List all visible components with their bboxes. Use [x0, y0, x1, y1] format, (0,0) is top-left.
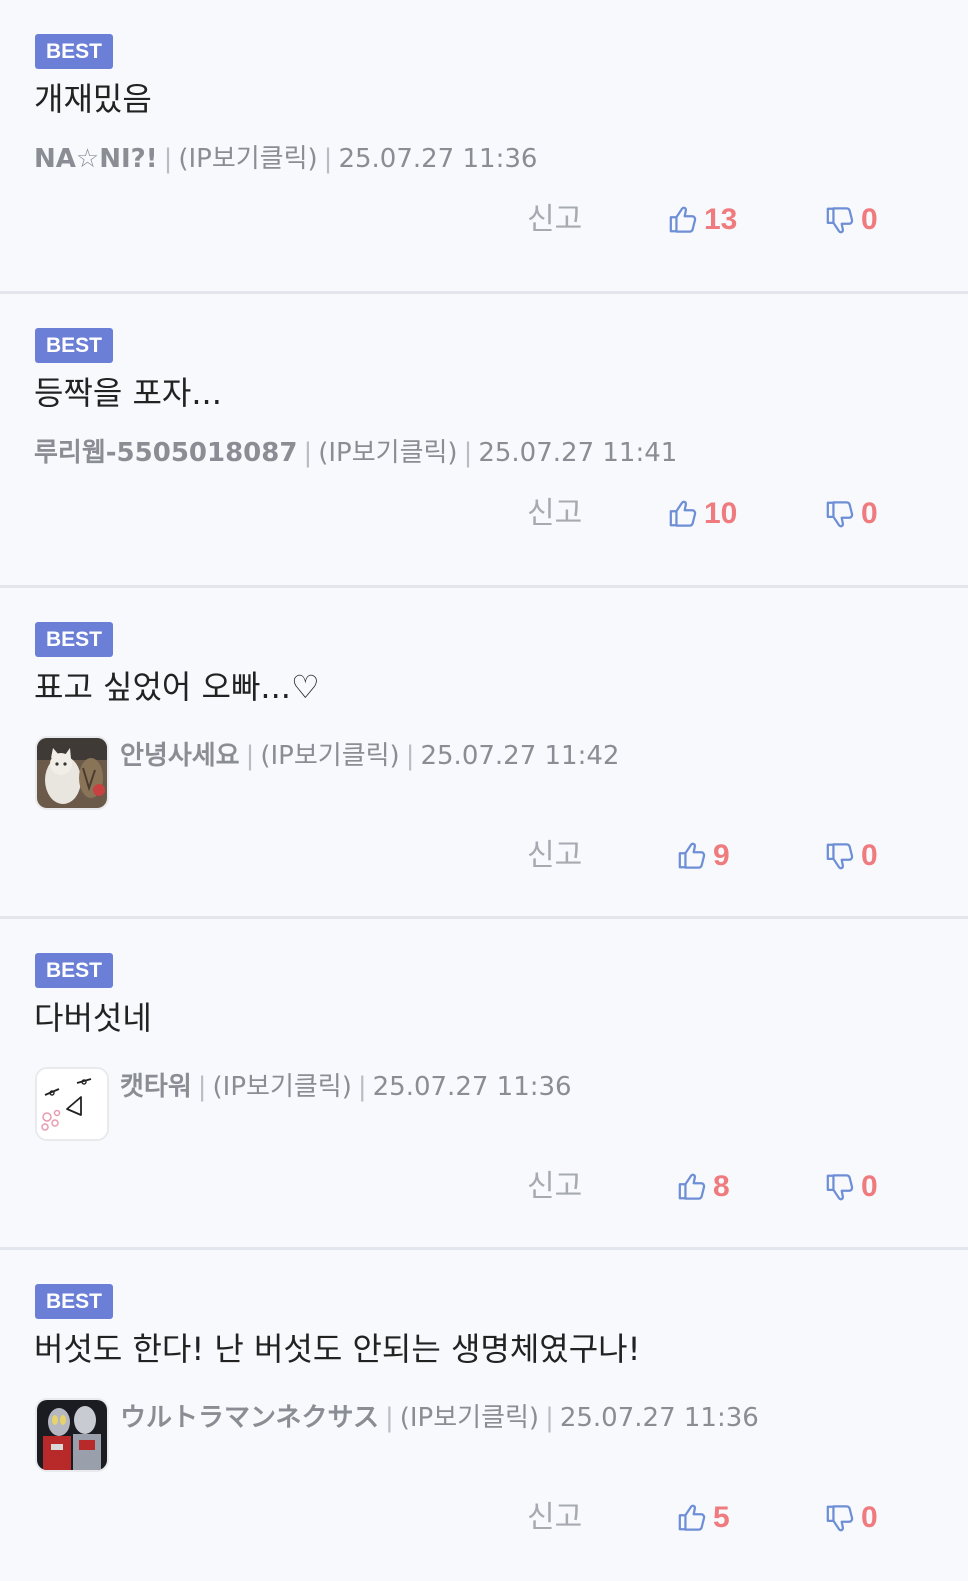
comment-actions: 신고 8 0	[0, 1167, 968, 1207]
like-count: 8	[713, 1170, 730, 1203]
nickname[interactable]: 캣타워	[120, 1072, 192, 1102]
thumbs-up-icon	[678, 1504, 706, 1531]
avatar[interactable]	[37, 1069, 107, 1139]
thumbs-up-icon	[678, 1173, 706, 1200]
best-badge: BEST	[35, 1284, 113, 1319]
dislike-count: 0	[861, 1170, 878, 1203]
separator: |	[384, 1403, 394, 1433]
thumbs-up-icon	[678, 842, 706, 869]
comment-text: 다버섯네	[34, 999, 152, 1037]
report-button[interactable]: 신고	[527, 1167, 582, 1207]
comment-actions: 신고 13 0	[0, 200, 968, 240]
doodle-face-avatar	[37, 1069, 107, 1139]
thumbs-up-icon	[669, 206, 697, 233]
dislike-button[interactable]: 0	[825, 1498, 878, 1538]
ip-view-link[interactable]: (IP보기클릭)	[260, 741, 399, 771]
comment-text: 개재밌음	[34, 80, 152, 118]
separator: |	[303, 438, 313, 468]
comment-item: BEST 다버섯네 캣타워 | (IP보기클릭) | 25.07.27 11:36 신고	[0, 919, 968, 1250]
like-button[interactable]: 5	[677, 1498, 730, 1538]
comment-datetime: 25.07.27 11:42	[420, 741, 620, 771]
comment-item: BEST 표고 싶었어 오빠...♡ 안녕사세요 | (IP보기클릭) | 25.07.…	[0, 588, 968, 919]
comment-datetime: 25.07.27 11:36	[559, 1403, 759, 1433]
comment-meta: ウルトラマンネクサス | (IP보기클릭) | 25.07.27 11:36	[120, 1400, 759, 1436]
ultraman-figure-avatar	[37, 1400, 107, 1470]
comment-text: 표고 싶었어 오빠...♡	[34, 668, 320, 706]
comment-meta: NA☆NI?! | (IP보기클릭) | 25.07.27 11:36	[34, 141, 537, 177]
like-count: 10	[704, 497, 738, 530]
comment-text: 버섯도 한다! 난 버섯도 안되는 생명체였구나!	[34, 1330, 641, 1368]
avatar[interactable]	[37, 1400, 107, 1470]
like-count: 13	[704, 203, 738, 236]
ip-view-link[interactable]: (IP보기클릭)	[400, 1403, 539, 1433]
comment-actions: 신고 10 0	[0, 494, 968, 534]
ip-view-link[interactable]: (IP보기클릭)	[318, 438, 457, 468]
thumbs-down-icon	[826, 1174, 854, 1201]
separator: |	[245, 741, 255, 771]
thumbs-down-icon	[826, 843, 854, 870]
separator: |	[545, 1403, 554, 1433]
dislike-count: 0	[861, 203, 878, 236]
separator: |	[197, 1072, 207, 1102]
thumbs-down-icon	[826, 1505, 854, 1532]
cat-photo-avatar	[37, 738, 107, 808]
dislike-count: 0	[861, 1501, 878, 1534]
best-badge: BEST	[35, 328, 113, 363]
separator: |	[163, 144, 173, 174]
best-badge: BEST	[35, 34, 113, 69]
like-button[interactable]: 9	[677, 836, 730, 876]
dislike-button[interactable]: 0	[825, 836, 878, 876]
dislike-count: 0	[861, 839, 878, 872]
comment-meta: 루리웹-5505018087 | (IP보기클릭) | 25.07.27 11:41	[34, 435, 677, 471]
like-button[interactable]: 8	[677, 1167, 730, 1207]
separator: |	[405, 741, 415, 771]
thumbs-down-icon	[826, 207, 854, 234]
dislike-count: 0	[861, 497, 878, 530]
report-button[interactable]: 신고	[527, 494, 582, 534]
like-button[interactable]: 10	[668, 494, 737, 534]
nickname[interactable]: NA☆NI?!	[34, 144, 158, 174]
separator: |	[323, 144, 333, 174]
comment-list: BEST 개재밌음 NA☆NI?! | (IP보기클릭) | 25.07.27 11:3…	[0, 0, 968, 1581]
comment-actions: 신고 5 0	[0, 1498, 968, 1538]
best-badge: BEST	[35, 953, 113, 988]
comment-datetime: 25.07.27 11:36	[338, 144, 538, 174]
like-count: 9	[713, 839, 730, 872]
comment-actions: 신고 9 0	[0, 836, 968, 876]
comment-meta: 캣타워 | (IP보기클릭) | 25.07.27 11:36	[120, 1069, 572, 1105]
separator: |	[463, 438, 473, 468]
best-badge: BEST	[35, 622, 113, 657]
dislike-button[interactable]: 0	[825, 1167, 878, 1207]
report-button[interactable]: 신고	[527, 1498, 582, 1538]
avatar[interactable]	[37, 738, 107, 808]
dislike-button[interactable]: 0	[825, 494, 878, 534]
like-button[interactable]: 13	[668, 200, 737, 240]
ip-view-link[interactable]: (IP보기클릭)	[178, 144, 317, 174]
comment-meta: 안녕사세요 | (IP보기클릭) | 25.07.27 11:42	[120, 738, 619, 774]
comment-item: BEST 버섯도 한다! 난 버섯도 안되는 생명체였구나! ウルトラマンネクサ…	[0, 1250, 968, 1581]
report-button[interactable]: 신고	[527, 200, 582, 240]
separator: |	[357, 1072, 367, 1102]
nickname[interactable]: 안녕사세요	[120, 741, 240, 771]
comment-text: 등짝을 포자...	[34, 374, 222, 412]
dislike-button[interactable]: 0	[825, 200, 878, 240]
report-button[interactable]: 신고	[527, 836, 582, 876]
ip-view-link[interactable]: (IP보기클릭)	[213, 1072, 352, 1102]
comment-item: BEST 개재밌음 NA☆NI?! | (IP보기클릭) | 25.07.27 11:3…	[0, 0, 968, 294]
thumbs-down-icon	[826, 501, 854, 528]
nickname[interactable]: 루리웹-5505018087	[34, 438, 297, 468]
thumbs-up-icon	[669, 500, 697, 527]
comment-datetime: 25.07.27 11:36	[372, 1072, 572, 1102]
comment-datetime: 25.07.27 11:41	[478, 438, 678, 468]
nickname[interactable]: ウルトラマンネクサス	[120, 1403, 379, 1433]
like-count: 5	[713, 1501, 730, 1534]
comment-item: BEST 등짝을 포자... 루리웹-5505018087 | (IP보기클릭) | 2…	[0, 294, 968, 588]
